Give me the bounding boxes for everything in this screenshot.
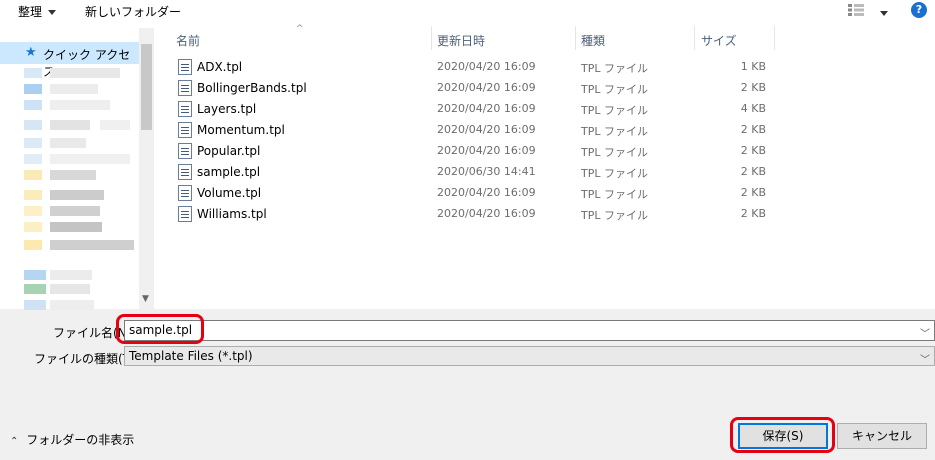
- document-icon: [178, 122, 192, 138]
- file-name: Momentum.tpl: [197, 123, 285, 137]
- file-size: 2 KB: [740, 186, 766, 199]
- help-button[interactable]: ?: [911, 2, 927, 18]
- document-icon: [178, 185, 192, 201]
- document-icon: [178, 164, 192, 180]
- sidebar-item-quick-access[interactable]: ★ クイック アクセス: [0, 42, 139, 79]
- organize-label: 整理: [18, 5, 43, 19]
- file-row[interactable]: sample.tpl 2020/06/30 14:41 TPL ファイル 2 K…: [176, 162, 776, 183]
- file-row[interactable]: Layers.tpl 2020/04/20 16:09 TPL ファイル 4 K…: [176, 99, 776, 120]
- file-modified: 2020/04/20 16:09: [437, 144, 536, 157]
- column-header-type[interactable]: 種類: [581, 32, 605, 49]
- hide-folders-label: フォルダーの非表示: [26, 433, 135, 447]
- file-modified: 2020/04/20 16:09: [437, 123, 536, 136]
- chevron-down-icon: [880, 11, 888, 16]
- organize-menu-button[interactable]: 整理: [18, 3, 57, 20]
- file-type: TPL ファイル: [581, 104, 648, 117]
- file-modified: 2020/04/20 16:09: [437, 60, 536, 73]
- document-icon: [178, 101, 192, 117]
- file-modified: 2020/06/30 14:41: [437, 165, 536, 178]
- column-divider[interactable]: [774, 26, 775, 50]
- star-icon: ★: [25, 45, 37, 60]
- file-modified: 2020/04/20 16:09: [437, 81, 536, 94]
- file-modified: 2020/04/20 16:09: [437, 102, 536, 115]
- file-type: TPL ファイル: [581, 83, 648, 96]
- column-divider[interactable]: [575, 26, 576, 50]
- file-modified: 2020/04/20 16:09: [437, 207, 536, 220]
- chevron-down-icon[interactable]: ﹀: [920, 325, 930, 340]
- new-folder-button[interactable]: 新しいフォルダー: [85, 3, 181, 20]
- file-row[interactable]: Williams.tpl 2020/04/20 16:09 TPL ファイル 2…: [176, 204, 776, 225]
- document-icon: [178, 80, 192, 96]
- column-header-modified[interactable]: 更新日時: [437, 32, 485, 49]
- nav-scrollbar-thumb[interactable]: [141, 44, 152, 130]
- file-type: TPL ファイル: [581, 167, 648, 180]
- file-name: ADX.tpl: [197, 60, 243, 74]
- file-row[interactable]: Volume.tpl 2020/04/20 16:09 TPL ファイル 2 K…: [176, 183, 776, 204]
- sort-ascending-icon: ^: [296, 24, 304, 34]
- filename-input[interactable]: sample.tpl ﹀: [124, 320, 935, 341]
- file-name: Volume.tpl: [197, 186, 262, 200]
- file-row[interactable]: ADX.tpl 2020/04/20 16:09 TPL ファイル 1 KB: [176, 57, 776, 78]
- file-name: BollingerBands.tpl: [197, 81, 307, 95]
- chevron-up-icon: ⌃: [10, 436, 19, 447]
- column-divider[interactable]: [431, 26, 432, 50]
- file-size: 2 KB: [740, 81, 766, 94]
- column-header-name[interactable]: 名前: [176, 32, 200, 49]
- column-divider[interactable]: [694, 26, 695, 50]
- column-header-size[interactable]: サイズ: [701, 32, 737, 49]
- filetype-select[interactable]: Template Files (*.tpl) ﹀: [124, 346, 935, 366]
- document-icon: [178, 206, 192, 222]
- file-size: 2 KB: [740, 207, 766, 220]
- file-name: Layers.tpl: [197, 102, 257, 116]
- chevron-down-icon[interactable]: ﹀: [920, 351, 930, 366]
- file-row[interactable]: BollingerBands.tpl 2020/04/20 16:09 TPL …: [176, 78, 776, 99]
- file-size: 4 KB: [740, 102, 766, 115]
- chevron-down-icon[interactable]: ▼: [142, 294, 149, 304]
- file-size: 2 KB: [740, 165, 766, 178]
- file-size: 2 KB: [740, 123, 766, 136]
- view-options-icon[interactable]: [848, 4, 864, 16]
- file-type: TPL ファイル: [581, 125, 648, 138]
- blurred-nav-items: [0, 66, 139, 310]
- file-type: TPL ファイル: [581, 188, 648, 201]
- file-type: TPL ファイル: [581, 146, 648, 159]
- file-size: 2 KB: [740, 144, 766, 157]
- filename-highlight: [116, 314, 204, 344]
- filetype-value: Template Files (*.tpl): [129, 349, 253, 363]
- file-size: 1 KB: [740, 60, 766, 73]
- document-icon: [178, 143, 192, 159]
- file-modified: 2020/04/20 16:09: [437, 186, 536, 199]
- save-highlight: [730, 417, 835, 453]
- file-row[interactable]: Momentum.tpl 2020/04/20 16:09 TPL ファイル 2…: [176, 120, 776, 141]
- view-dropdown-button[interactable]: [874, 6, 888, 20]
- file-row[interactable]: Popular.tpl 2020/04/20 16:09 TPL ファイル 2 …: [176, 141, 776, 162]
- chevron-down-icon: [48, 10, 57, 15]
- hide-folders-toggle[interactable]: ⌃ フォルダーの非表示: [10, 431, 134, 448]
- cancel-button[interactable]: キャンセル: [837, 423, 927, 449]
- file-type: TPL ファイル: [581, 209, 648, 222]
- file-type: TPL ファイル: [581, 62, 648, 75]
- document-icon: [178, 59, 192, 75]
- file-name: sample.tpl: [197, 165, 261, 179]
- file-name: Williams.tpl: [197, 207, 267, 221]
- file-name: Popular.tpl: [197, 144, 261, 158]
